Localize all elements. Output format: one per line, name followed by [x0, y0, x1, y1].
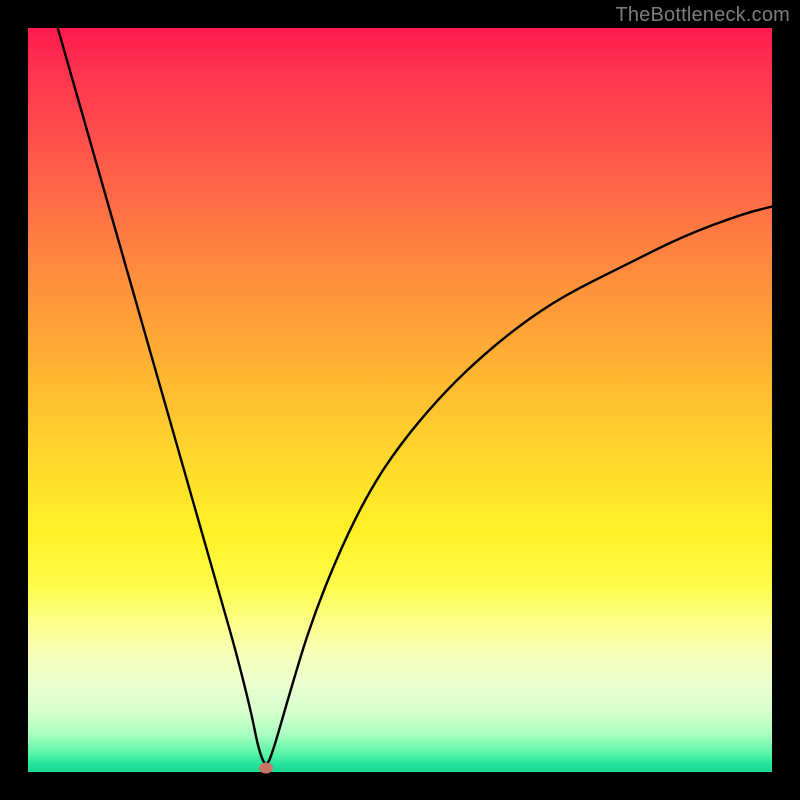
bottleneck-curve	[28, 28, 772, 772]
watermark-text: TheBottleneck.com	[615, 4, 790, 27]
optimal-marker	[259, 763, 273, 774]
plot-area	[28, 28, 772, 772]
chart-frame: TheBottleneck.com	[0, 0, 800, 800]
